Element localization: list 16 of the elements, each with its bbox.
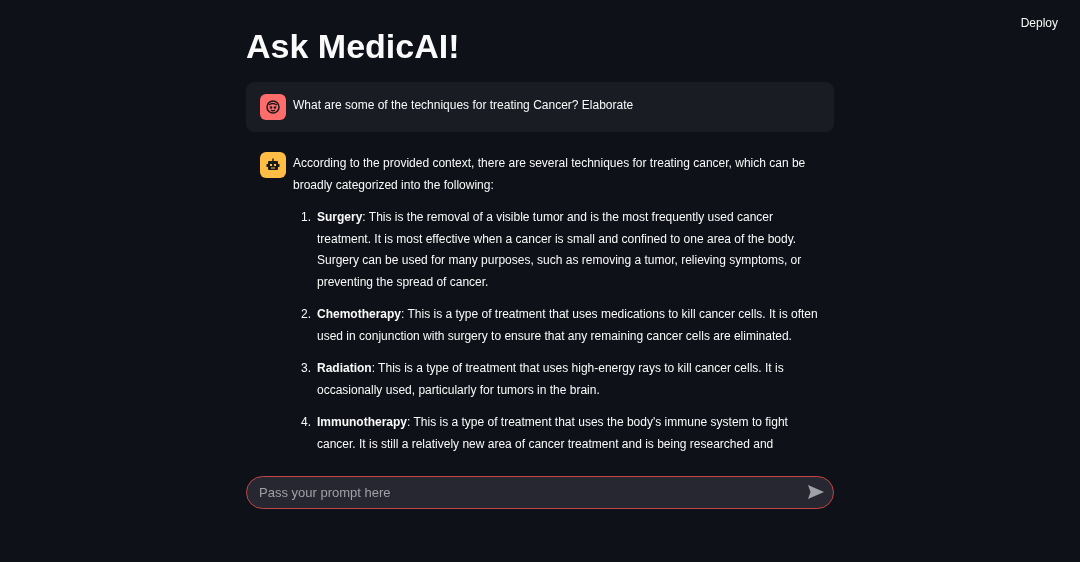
message-text: According to the provided context, there are several techniques for treating cancer, which can be broadly categorized into the following: xyxy=(293,155,807,194)
page-title: Ask MedicAI! xyxy=(246,29,460,63)
list-item-text: Radiation: This is a type of treatment that uses high-energy rays to kill cancer cells. It is occasionally used, particularly for tumors in the brain. xyxy=(317,360,785,399)
list-number: 3. xyxy=(300,360,311,377)
list-item-text: Chemotherapy: This is a type of treatment that uses medications to kill cancer cells. It is often used in conjunction with surgery to ensure that any remaining cancer cells are eliminated. xyxy=(317,306,819,345)
prompt-input-field[interactable]: Pass your prompt here xyxy=(246,476,834,509)
robot-avatar-icon xyxy=(260,152,286,178)
deploy-button[interactable]: Deploy xyxy=(1012,10,1066,36)
list-item-text: Immunotherapy: This is a type of treatment that uses the body's immune system to fight cancer. It is still a relatively new area of cancer treatment and is being researched and xyxy=(317,414,789,453)
list-number: 4. xyxy=(300,414,311,431)
message-text: What are some of the techniques for treating Cancer? Elaborate xyxy=(293,97,634,114)
send-icon[interactable] xyxy=(807,484,825,500)
user-avatar-icon xyxy=(260,94,286,120)
list-number: 1. xyxy=(300,209,311,226)
list-number: 2. xyxy=(300,306,311,323)
list-item-text: Surgery: This is the removal of a visible tumor and is the most frequently used cancer treatment. It is most effective when a cancer is small and confined to one area of the body. Surgery can be used for many purposes, such as removing a tumor, relieving symptoms, or preventing the spread of cancer. xyxy=(317,209,803,291)
